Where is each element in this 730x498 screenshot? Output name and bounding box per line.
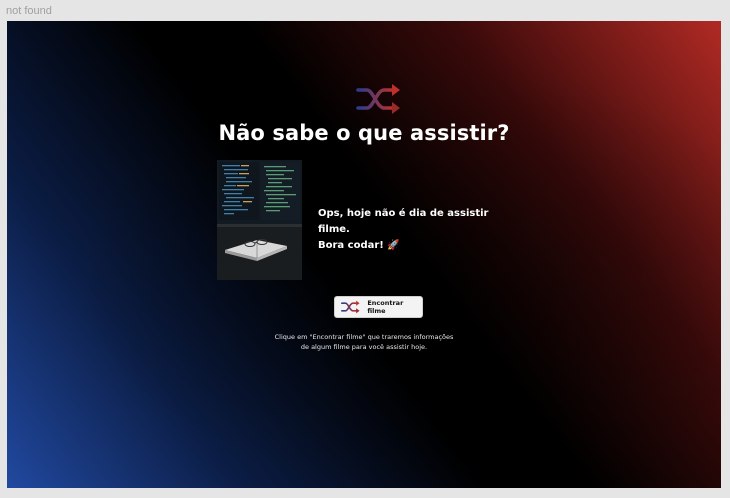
description-line-1: Ops, hoje não é dia de assistir filme.: [318, 208, 489, 235]
main-content: Não sabe o que assistir? Ops, hoje não é…: [7, 21, 721, 488]
find-movie-button[interactable]: Encontrar filme: [334, 296, 423, 318]
description-line-2: Bora codar! 🚀: [318, 240, 400, 251]
hint-line-1: Clique em "Encontrar filme" que traremos…: [274, 333, 454, 341]
hint-line-2: de algum filme para você assistir hoje.: [300, 343, 428, 351]
page-title: Não sabe o que assistir?: [218, 121, 510, 145]
code-laptop-image: [217, 160, 302, 280]
movie-card: Ops, hoje não é dia de assistir filme. B…: [217, 160, 517, 280]
movie-description: Ops, hoje não é dia de assistir filme. B…: [318, 206, 518, 254]
frame-label: not found: [6, 5, 52, 17]
shuffle-icon: [341, 300, 360, 314]
shuffle-icon: [356, 84, 400, 114]
app-frame: Não sabe o que assistir? Ops, hoje não é…: [7, 21, 721, 488]
hint-text: Clique em "Encontrar filme" que traremos…: [7, 332, 721, 352]
find-movie-button-label: Encontrar filme: [367, 299, 404, 315]
